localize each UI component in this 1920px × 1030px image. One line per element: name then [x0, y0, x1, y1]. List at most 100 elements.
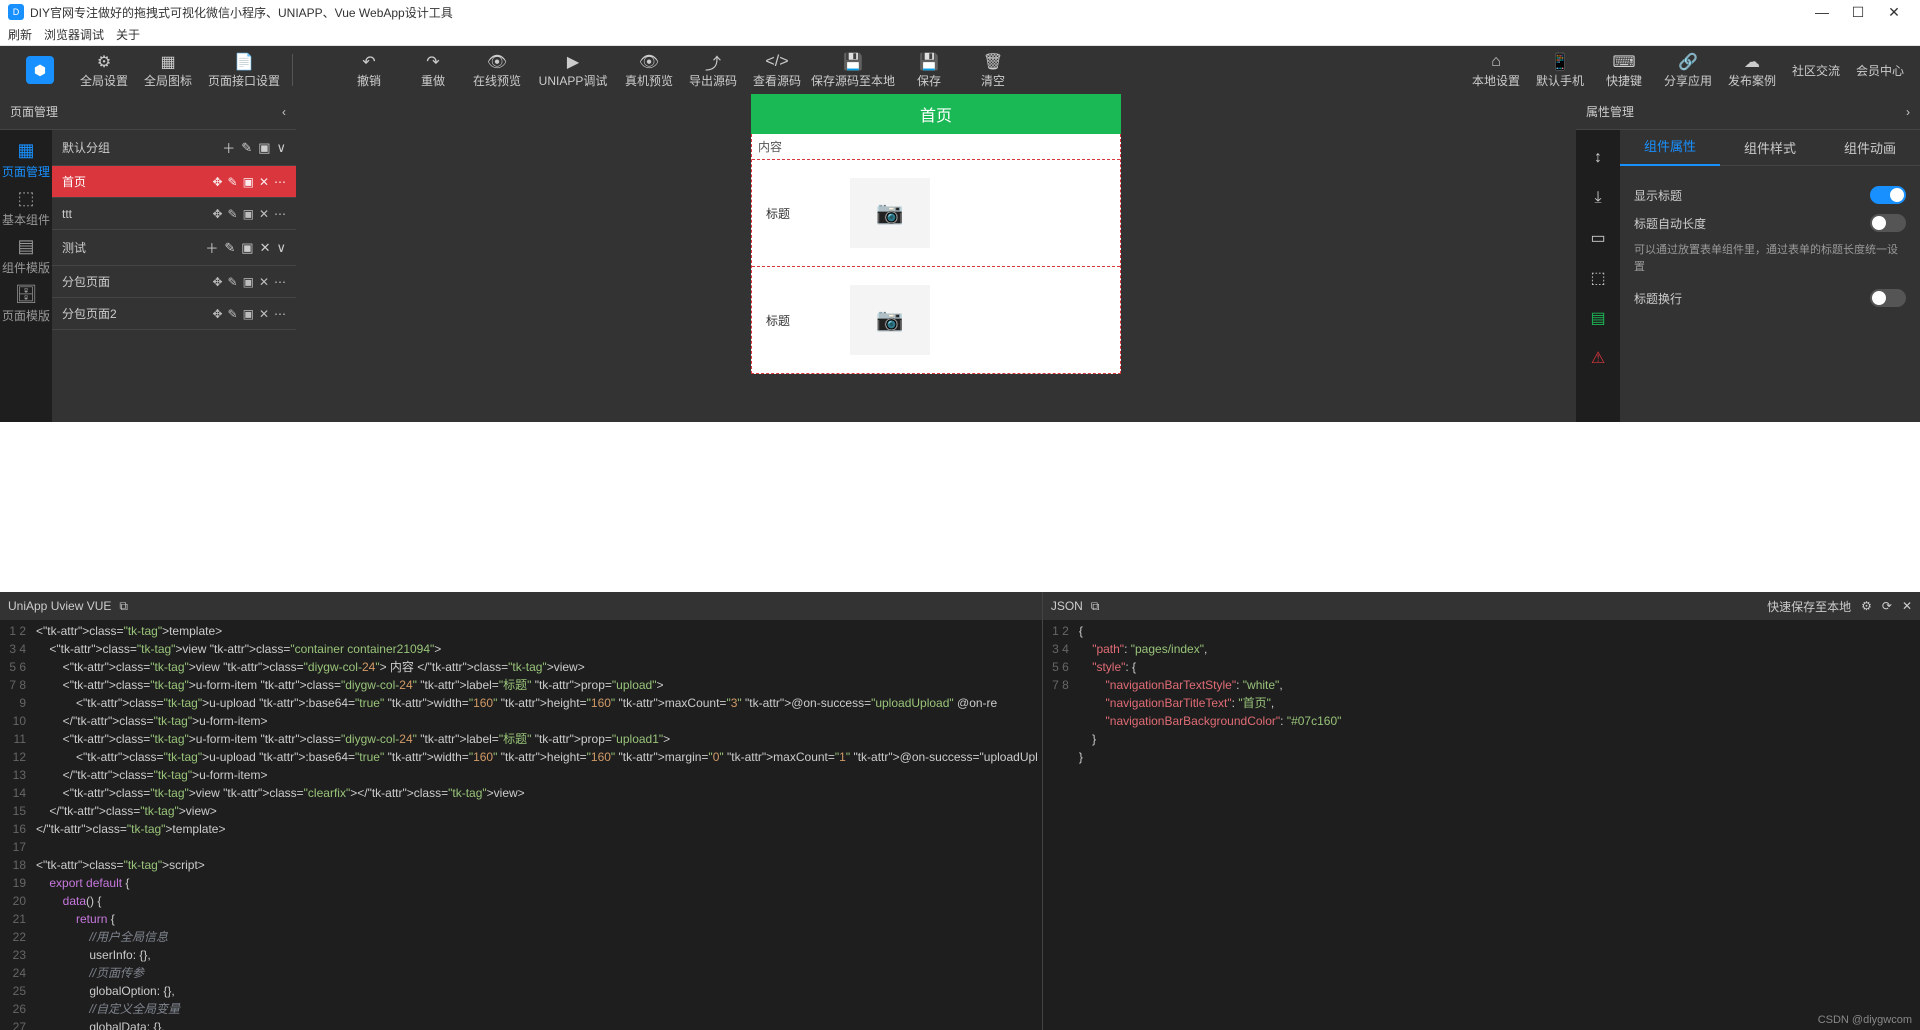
collapse-left-icon[interactable]: ‹ [282, 105, 286, 119]
tb-mid-1[interactable]: ↷重做 [401, 47, 465, 93]
tb-left-1[interactable]: ▦全局图标 [136, 47, 200, 93]
switch-auto-width[interactable] [1870, 214, 1906, 232]
page-item[interactable]: 首页✥✎▣✕⋯ [52, 166, 296, 198]
tb-right-1[interactable]: 📱默认手机 [1528, 47, 1592, 93]
right-side-icon-1[interactable]: ⤓ [1576, 178, 1620, 218]
prop-tab-0[interactable]: 组件属性 [1620, 130, 1720, 166]
page-action-icon[interactable]: ⋯ [274, 307, 286, 321]
code-pane-header: JSON ⧉ 快速保存至本地 ⚙ ⟳ ✕ [1043, 592, 1920, 620]
switch-wrap[interactable] [1870, 289, 1906, 307]
upload-placeholder[interactable]: 📷 [850, 178, 930, 248]
refresh-icon[interactable]: ⟳ [1882, 599, 1892, 613]
left-tab-1[interactable]: ⬚基本组件 [0, 184, 52, 232]
maximize-button[interactable]: ☐ [1840, 4, 1876, 21]
tb-mid-6[interactable]: </>查看源码 [745, 47, 809, 93]
page-item[interactable]: 分包页面✥✎▣✕⋯ [52, 266, 296, 298]
page-action-icon[interactable]: ⋯ [274, 275, 286, 289]
page-action-icon[interactable]: ▣ [243, 175, 254, 189]
page-action-icon[interactable]: ✕ [259, 307, 269, 321]
toolbar: ⬢⚙全局设置▦全局图标📄页面接口设置 ↶撤销↷重做👁在线预览▶UNIAPP调试👁真… [0, 46, 1920, 94]
page-action-icon[interactable]: ✥ [212, 207, 222, 221]
prop-tab-1[interactable]: 组件样式 [1720, 138, 1820, 157]
field-label: 标题 [766, 205, 822, 222]
content-label: 内容 [752, 134, 1120, 160]
page-action-icon[interactable]: ✎ [228, 275, 238, 289]
upload-placeholder[interactable]: 📷 [850, 285, 930, 355]
switch-show-title[interactable] [1870, 186, 1906, 204]
minimize-button[interactable]: — [1804, 4, 1840, 20]
page-action-icon[interactable]: ▣ [258, 140, 270, 156]
page-item[interactable]: 分包页面2✥✎▣✕⋯ [52, 298, 296, 330]
copy-icon[interactable]: ⧉ [119, 599, 128, 614]
code-editor[interactable]: 1 2 3 4 5 6 7 8 { "path": "pages/index",… [1043, 620, 1920, 1030]
menu-about[interactable]: 关于 [116, 26, 140, 43]
prop-wrap: 标题换行 [1634, 289, 1906, 307]
tb-left-0[interactable]: ⚙全局设置 [72, 47, 136, 93]
tb-left-2[interactable]: 📄页面接口设置 [200, 47, 288, 93]
copy-icon[interactable]: ⧉ [1091, 599, 1100, 614]
page-action-icon[interactable]: ＋ [222, 138, 235, 157]
page-action-icon[interactable]: ⋯ [274, 207, 286, 221]
form-row[interactable]: 标题 📷 [752, 160, 1120, 267]
page-action-icon[interactable]: ✎ [241, 140, 252, 156]
left-tab-0[interactable]: ▦页面管理 [0, 136, 52, 184]
close-pane-icon[interactable]: ✕ [1902, 599, 1912, 613]
page-action-icon[interactable]: ▣ [241, 240, 253, 256]
page-group[interactable]: 测试＋✎▣✕∨ [52, 230, 296, 266]
close-button[interactable]: ✕ [1876, 4, 1912, 21]
code-editor[interactable]: 1 2 3 4 5 6 7 8 9 10 11 12 13 14 15 16 1… [0, 620, 1042, 1030]
quick-save-button[interactable]: 快速保存至本地 [1767, 598, 1851, 615]
left-tab-2[interactable]: ▤组件模版 [0, 232, 52, 280]
page-action-icon[interactable]: ⋯ [274, 175, 286, 189]
phone-content[interactable]: 内容 标题 📷 标题 📷 [751, 134, 1121, 374]
tb-right-6[interactable]: 会员中心 [1848, 47, 1912, 93]
menu-browser-debug[interactable]: 浏览器调试 [44, 26, 104, 43]
page-action-icon[interactable]: ✕ [259, 275, 269, 289]
tb-mid-5[interactable]: ⤴导出源码 [681, 47, 745, 93]
page-action-icon[interactable]: ✕ [259, 175, 269, 189]
page-group[interactable]: 默认分组＋✎▣∨ [52, 130, 296, 166]
tb-mid-3[interactable]: ▶UNIAPP调试 [529, 47, 617, 93]
tb-right-5[interactable]: 社区交流 [1784, 47, 1848, 93]
right-side-icon-2[interactable]: ▭ [1576, 218, 1620, 258]
collapse-right-icon[interactable]: › [1906, 105, 1910, 119]
page-action-icon[interactable]: ＋ [205, 238, 218, 257]
tb-right-0[interactable]: ⌂本地设置 [1464, 47, 1528, 93]
tb-right-4[interactable]: ☁发布案例 [1720, 47, 1784, 93]
page-action-icon[interactable]: ✎ [228, 207, 238, 221]
page-action-icon[interactable]: ✕ [259, 207, 269, 221]
form-row[interactable]: 标题 📷 [752, 267, 1120, 373]
page-action-icon[interactable]: ✎ [224, 240, 235, 256]
tb-mid-8[interactable]: 💾保存 [897, 47, 961, 93]
page-action-icon[interactable]: ▣ [243, 307, 254, 321]
page-item[interactable]: ttt✥✎▣✕⋯ [52, 198, 296, 230]
page-action-icon[interactable]: ▣ [243, 207, 254, 221]
page-action-icon[interactable]: ∨ [276, 240, 286, 256]
tb-mid-2[interactable]: 👁在线预览 [465, 47, 529, 93]
right-side-icon-3[interactable]: ⬚ [1576, 258, 1620, 298]
page-action-icon[interactable]: ∨ [276, 140, 286, 156]
left-tab-3[interactable]: 🗄页面模版 [0, 280, 52, 328]
right-side-icons: ↕⤓▭⬚▤⚠ [1576, 130, 1620, 422]
menu-refresh[interactable]: 刷新 [8, 26, 32, 43]
page-action-icon[interactable]: ✥ [212, 275, 222, 289]
gear-icon[interactable]: ⚙ [1861, 599, 1872, 613]
tb-right-2[interactable]: ⌨快捷键 [1592, 47, 1656, 93]
code-pane-json: JSON ⧉ 快速保存至本地 ⚙ ⟳ ✕ 1 2 3 4 5 6 7 8 { "… [1043, 592, 1920, 1030]
tb-mid-7[interactable]: 💾保存源码至本地 [809, 47, 897, 93]
page-action-icon[interactable]: ✎ [228, 175, 238, 189]
page-action-icon[interactable]: ✎ [228, 307, 238, 321]
page-action-icon[interactable]: ✥ [212, 175, 222, 189]
tb-mid-4[interactable]: 👁真机预览 [617, 47, 681, 93]
right-side-icon-4[interactable]: ▤ [1576, 298, 1620, 338]
right-side-icon-0[interactable]: ↕ [1576, 138, 1620, 178]
page-action-icon[interactable]: ✕ [260, 240, 271, 256]
page-action-icon[interactable]: ✥ [212, 307, 222, 321]
toolbar-logo[interactable]: ⬢ [8, 47, 72, 93]
page-action-icon[interactable]: ▣ [243, 275, 254, 289]
tb-mid-9[interactable]: 🗑清空 [961, 47, 1025, 93]
right-side-icon-5[interactable]: ⚠ [1576, 338, 1620, 378]
tb-mid-0[interactable]: ↶撤销 [337, 47, 401, 93]
tb-right-3[interactable]: 🔗分享应用 [1656, 47, 1720, 93]
prop-tab-2[interactable]: 组件动画 [1820, 138, 1920, 157]
